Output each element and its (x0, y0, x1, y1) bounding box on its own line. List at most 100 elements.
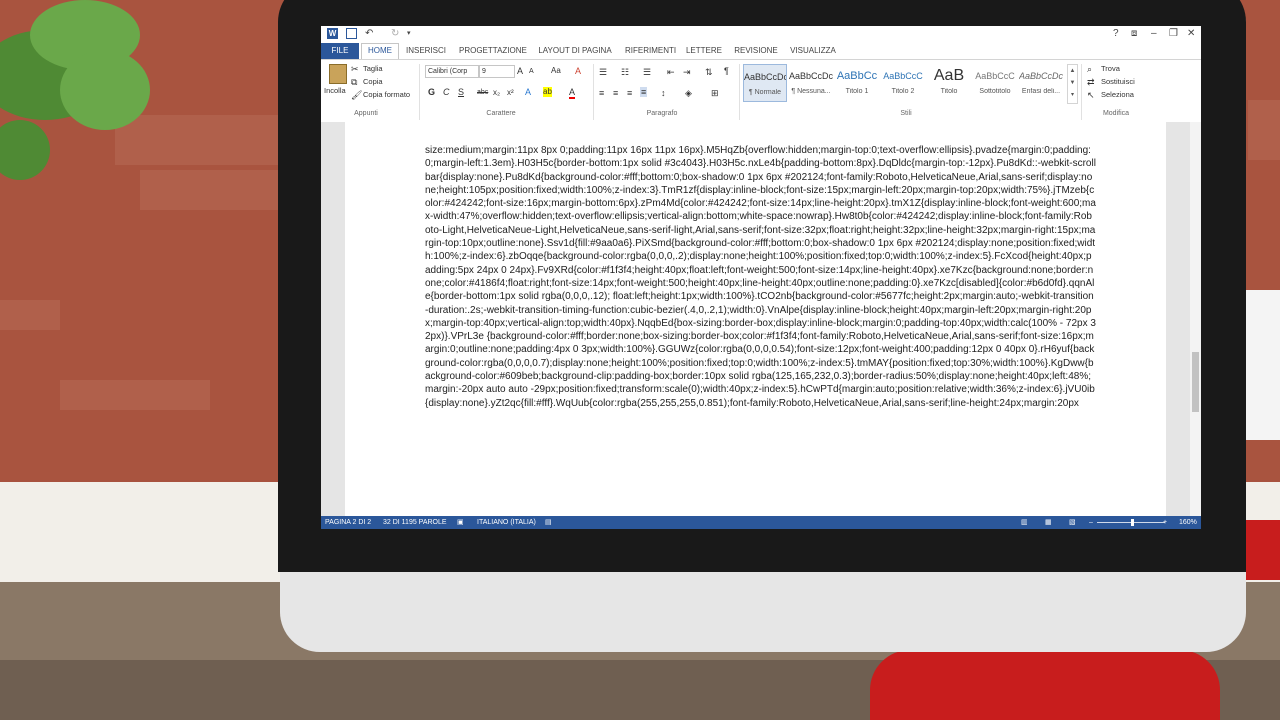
pilcrow-icon[interactable]: ¶ (724, 66, 729, 76)
undo-icon[interactable]: ↶ (365, 28, 373, 40)
macro-icon[interactable]: ▤ (545, 516, 552, 529)
customize-qat-icon[interactable]: ▾ (407, 28, 411, 40)
shrink-font-icon[interactable]: A (529, 67, 534, 77)
change-case-icon[interactable]: Aa (551, 66, 561, 76)
clipboard-group-label: Appunti (354, 110, 378, 117)
monitor-chin (280, 572, 1246, 652)
zoom-level[interactable]: 160% (1179, 516, 1197, 529)
superscript-icon[interactable]: x² (507, 88, 514, 98)
scissors-icon: ✂ (351, 64, 359, 74)
read-mode-icon[interactable]: ▥ (1021, 516, 1028, 529)
format-painter-button[interactable]: Copia formato (363, 90, 410, 99)
bold-icon[interactable]: G (428, 87, 435, 97)
font-color-icon[interactable]: A (569, 87, 576, 99)
vertical-scrollbar[interactable] (1190, 122, 1201, 516)
style-sample: AaBbCcC (883, 71, 923, 81)
zoom-in-icon[interactable]: + (1163, 516, 1167, 529)
wall-brick (115, 115, 280, 165)
format-painter-icon: 🖌 (351, 90, 363, 100)
style-sample: AaBbCc (836, 70, 878, 82)
ribbon-display-icon[interactable]: ⧈ (1131, 28, 1137, 40)
zoom-out-icon[interactable]: – (1089, 516, 1093, 529)
background-screen (1245, 290, 1280, 440)
replace-button[interactable]: Sostituisci (1101, 77, 1135, 86)
style-name: Enfasi deli... (1021, 88, 1061, 95)
bullets-icon[interactable]: ☰ (599, 67, 607, 77)
tab-view[interactable]: VISUALIZZA (789, 43, 837, 59)
sort-icon[interactable]: ⇅ (705, 67, 713, 77)
group-separator (739, 64, 740, 120)
redo-icon[interactable]: ↻ (391, 28, 399, 40)
borders-icon[interactable]: ⊞ (711, 88, 719, 98)
strikethrough-icon[interactable]: abc (477, 88, 488, 98)
paste-icon (329, 64, 347, 84)
help-icon[interactable]: ? (1113, 28, 1119, 40)
close-button[interactable]: ✕ (1187, 28, 1195, 40)
replace-icon: ⇄ (1087, 77, 1095, 87)
status-bar: PAGINA 2 DI 2 32 DI 1195 PAROLE ▣ ITALIA… (321, 516, 1201, 529)
word-app-icon[interactable]: W (327, 28, 338, 39)
save-icon[interactable] (346, 28, 357, 39)
plant-leaves (60, 50, 150, 130)
subscript-icon[interactable]: x₂ (493, 88, 500, 98)
numbering-icon[interactable]: ☷ (621, 67, 629, 77)
proofing-icon[interactable]: ▣ (457, 516, 464, 529)
select-icon: ↖ (1087, 90, 1095, 100)
maximize-button[interactable]: ❐ (1169, 28, 1178, 40)
tab-mailings[interactable]: LETTERE (685, 43, 723, 59)
paste-button[interactable]: Incolla (324, 86, 346, 95)
grow-font-icon[interactable]: A (517, 66, 523, 76)
decrease-indent-icon[interactable]: ⇤ (667, 67, 675, 77)
font-size-select[interactable]: 9 (479, 65, 515, 78)
justify-icon[interactable]: ≡ (640, 87, 648, 97)
style-subtle-emphasis[interactable]: AaBbCcDc Enfasi deli... (1019, 64, 1063, 102)
text-effects-icon[interactable]: A (525, 87, 531, 97)
style-title[interactable]: AaB Titolo (927, 64, 971, 102)
web-layout-icon[interactable]: ▧ (1069, 516, 1076, 529)
tab-home[interactable]: HOME (361, 43, 399, 59)
align-right-icon[interactable]: ≡ (627, 88, 632, 98)
multilevel-list-icon[interactable]: ☰ (643, 67, 651, 77)
select-button[interactable]: Seleziona (1101, 90, 1134, 99)
page-count[interactable]: PAGINA 2 DI 2 (325, 516, 371, 529)
document-area: size:medium;margin:11px 8px 0;padding:11… (321, 122, 1201, 516)
align-center-icon[interactable]: ≡ (613, 88, 618, 98)
line-spacing-icon[interactable]: ↕ (661, 88, 666, 98)
style-name: Sottotitolo (979, 88, 1011, 95)
wall-brick (0, 300, 60, 330)
tab-design[interactable]: PROGETTAZIONE (459, 43, 527, 59)
tab-references[interactable]: RIFERIMENTI (625, 43, 676, 59)
language-indicator[interactable]: ITALIANO (ITALIA) (477, 516, 536, 529)
editing-group-label: Modifica (1102, 110, 1130, 117)
scrollbar-thumb[interactable] (1192, 352, 1199, 412)
style-heading-2[interactable]: AaBbCcC Titolo 2 (881, 64, 925, 102)
styles-scroll[interactable]: ▲ ▼ ▾ (1067, 64, 1078, 104)
italic-icon[interactable]: C (443, 87, 450, 97)
shading-icon[interactable]: ◈ (685, 88, 692, 98)
style-no-spacing[interactable]: AaBbCcDc ¶ Nessuna... (789, 64, 833, 102)
underline-icon[interactable]: S (458, 87, 464, 97)
style-name: Titolo 2 (891, 88, 915, 95)
document-text[interactable]: size:medium;margin:11px 8px 0;padding:11… (425, 144, 1097, 410)
style-heading-1[interactable]: AaBbCc Titolo 1 (835, 64, 879, 102)
font-name-select[interactable]: Calibri (Corp (425, 65, 479, 78)
styles-group-label: Stili (900, 110, 912, 117)
style-subtitle[interactable]: AaBbCcC Sottotitolo (973, 64, 1017, 102)
increase-indent-icon[interactable]: ⇥ (683, 67, 691, 77)
style-normal[interactable]: AaBbCcDc ¶ Normale (743, 64, 787, 102)
align-left-icon[interactable]: ≡ (599, 88, 604, 98)
tab-insert[interactable]: INSERISCI (405, 43, 447, 59)
print-layout-icon[interactable]: ▦ (1045, 516, 1052, 529)
zoom-slider-knob[interactable] (1131, 519, 1134, 526)
tab-page-layout[interactable]: LAYOUT DI PAGINA (537, 43, 613, 59)
minimize-button[interactable]: – (1151, 28, 1157, 40)
tab-file[interactable]: FILE (321, 43, 359, 59)
copy-button[interactable]: Copia (363, 77, 383, 86)
clear-formatting-icon[interactable]: A (575, 66, 581, 76)
tab-review[interactable]: REVISIONE (733, 43, 779, 59)
highlight-icon[interactable]: ab (543, 87, 552, 97)
style-sample: AaBbCcDc (789, 71, 833, 81)
cut-button[interactable]: Taglia (363, 64, 383, 73)
find-button[interactable]: Trova (1101, 64, 1120, 73)
word-count[interactable]: 32 DI 1195 PAROLE (383, 516, 447, 529)
